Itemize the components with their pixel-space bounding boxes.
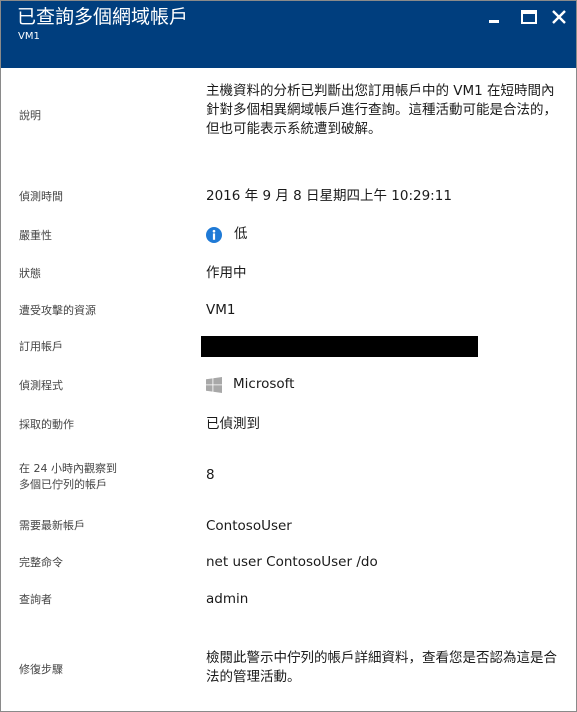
accounts-enumerated-label-line2: 多個已佇列的帳戶 — [19, 478, 107, 491]
detection-time-label: 偵測時間 — [19, 190, 63, 203]
windows-logo-icon — [206, 377, 222, 393]
severity-value: 低 — [234, 226, 248, 242]
info-icon — [206, 227, 222, 243]
detected-by-label: 偵測程式 — [19, 379, 63, 392]
accounts-enumerated-value: 8 — [206, 467, 215, 483]
remediation-value: 檢閱此警示中佇列的帳戶詳細資料，查看您是否認為這是合法的管理活動。 — [206, 650, 557, 685]
blade-title: 已查詢多個網域帳戶 — [17, 6, 189, 28]
command-line-label: 完整命令 — [19, 556, 63, 569]
severity-label: 嚴重性 — [19, 229, 52, 242]
queried-by-label: 查詢者 — [19, 593, 52, 606]
command-line-value: net user ContosoUser /do — [206, 554, 378, 570]
state-label: 狀態 — [19, 267, 41, 280]
detection-time-value: 2016 年 9 月 8 日星期四上午 10:29:11 — [206, 188, 452, 204]
attacked-resource-label: 遭受攻擊的資源 — [19, 304, 96, 317]
alert-details-blade: 已查詢多個網域帳戶 VM1 說明 主機資料的分析已判斷出您訂用帳戶中的 VM1 … — [0, 0, 577, 712]
attacked-resource-value: VM1 — [206, 302, 236, 318]
close-icon[interactable] — [550, 9, 568, 24]
maximize-icon[interactable] — [520, 9, 538, 24]
action-taken-value: 已偵測到 — [206, 416, 260, 432]
action-taken-label: 採取的動作 — [19, 418, 74, 431]
remediation-label: 修復步驟 — [19, 663, 63, 676]
accounts-enumerated-label-line1: 在 24 小時內觀察到 — [19, 462, 117, 475]
queried-by-value: admin — [206, 591, 249, 607]
minimize-icon[interactable] — [485, 9, 503, 23]
description-label: 說明 — [19, 109, 41, 122]
latest-account-label: 需要最新帳戶 — [19, 519, 85, 532]
subscription-redacted-value — [201, 336, 478, 357]
description-value: 主機資料的分析已判斷出您訂用帳戶中的 VM1 在短時間內針對多個相異網域帳戶進行… — [206, 83, 557, 137]
blade-subtitle: VM1 — [18, 31, 40, 42]
blade-header: 已查詢多個網域帳戶 VM1 — [1, 1, 576, 68]
latest-account-value: ContosoUser — [206, 518, 292, 534]
subscription-label: 訂用帳戶 — [19, 340, 63, 353]
detected-by-value: Microsoft — [233, 376, 295, 392]
state-value: 作用中 — [206, 265, 247, 281]
